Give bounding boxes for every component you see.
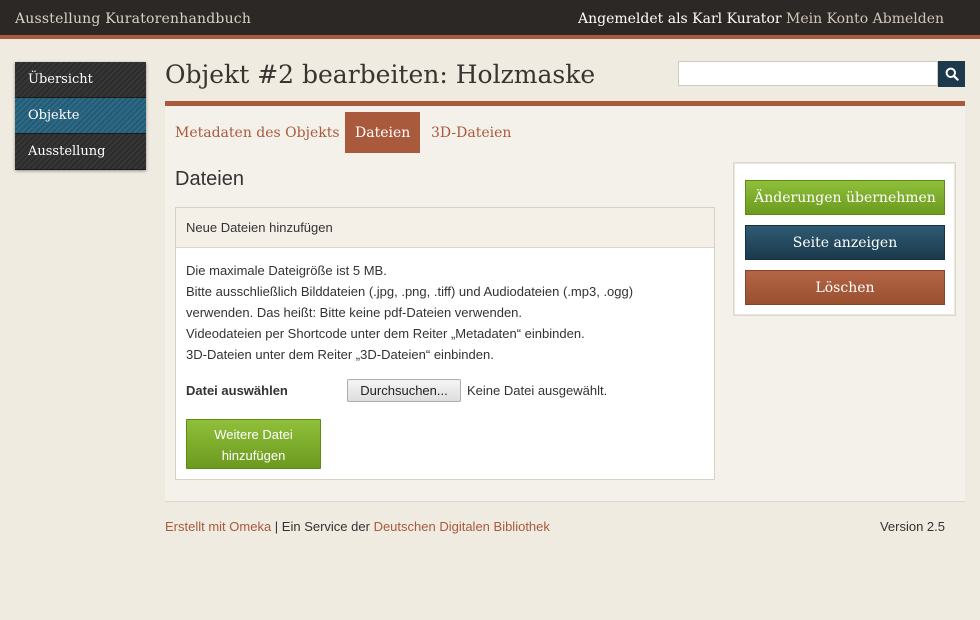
add-files-box: Neue Dateien hinzufügen Die maximale Dat… <box>175 207 715 480</box>
delete-button[interactable]: Löschen <box>745 270 945 305</box>
browse-button[interactable]: Durchsuchen... <box>347 379 461 402</box>
account-link[interactable]: Mein Konto <box>786 11 868 27</box>
search-button[interactable] <box>938 61 965 87</box>
sidebar-nav: Übersicht Objekte Ausstellung <box>15 62 146 170</box>
footer-credits: Erstellt mit Omeka | Ein Service der Deu… <box>165 519 550 534</box>
view-page-button[interactable]: Seite anzeigen <box>745 225 945 260</box>
section-title: Dateien <box>175 168 244 190</box>
sidebar-item-overview[interactable]: Übersicht <box>15 62 146 98</box>
tab-metadata[interactable]: Metadaten des Objekts <box>165 112 350 153</box>
info-line: 3D-Dateien unter dem Reiter „3D-Dateien“… <box>186 347 494 362</box>
logout-link[interactable]: Abmelden <box>873 11 944 27</box>
page-title: Objekt #2 bearbeiten: Holzmaske <box>165 60 596 89</box>
top-bar: Ausstellung Kuratorenhandbuch Angemeldet… <box>0 0 980 39</box>
omeka-link[interactable]: Erstellt mit Omeka <box>165 519 271 534</box>
add-more-files-button[interactable]: Weitere Datei hinzufügen <box>186 419 321 469</box>
ddb-link[interactable]: Deutschen Digitalen Bibliothek <box>374 519 550 534</box>
file-status: Keine Datei ausgewählt. <box>467 383 608 398</box>
file-input-row: Datei auswählen Durchsuchen... Keine Dat… <box>186 379 706 403</box>
site-title[interactable]: Ausstellung Kuratorenhandbuch <box>15 11 251 27</box>
sidebar-item-exhibit[interactable]: Ausstellung <box>15 134 146 170</box>
footer-separator: | Ein Service der <box>271 519 374 534</box>
action-panel: Änderungen übernehmen Seite anzeigen Lös… <box>733 162 956 316</box>
tab-files[interactable]: Dateien <box>345 112 421 153</box>
search-icon <box>945 67 959 81</box>
tab-3d-files[interactable]: 3D-Dateien <box>421 112 521 153</box>
logged-in-label: Angemeldet als Karl Kurator <box>577 11 782 27</box>
info-line: Bitte ausschließlich Bilddateien (.jpg, … <box>186 284 634 299</box>
file-input-label: Datei auswählen <box>186 383 288 398</box>
add-more-label-line1: Weitere Datei <box>214 427 293 442</box>
sidebar-item-items[interactable]: Objekte <box>15 98 146 134</box>
info-line: verwenden. Das heißt: Bitte keine pdf-Da… <box>186 305 523 320</box>
files-info-text: Die maximale Dateigröße ist 5 MB. Bitte … <box>176 248 714 365</box>
save-changes-button[interactable]: Änderungen übernehmen <box>745 180 945 215</box>
user-nav: Angemeldet als Karl Kurator Mein Konto A… <box>573 11 944 27</box>
info-line: Die maximale Dateigröße ist 5 MB. <box>186 263 387 278</box>
search-input[interactable] <box>678 61 938 86</box>
version-label: Version 2.5 <box>879 519 945 534</box>
add-files-header: Neue Dateien hinzufügen <box>176 208 714 248</box>
add-more-label-line2: hinzufügen <box>221 448 286 463</box>
info-line: Videodateien per Shortcode unter dem Rei… <box>186 326 585 341</box>
